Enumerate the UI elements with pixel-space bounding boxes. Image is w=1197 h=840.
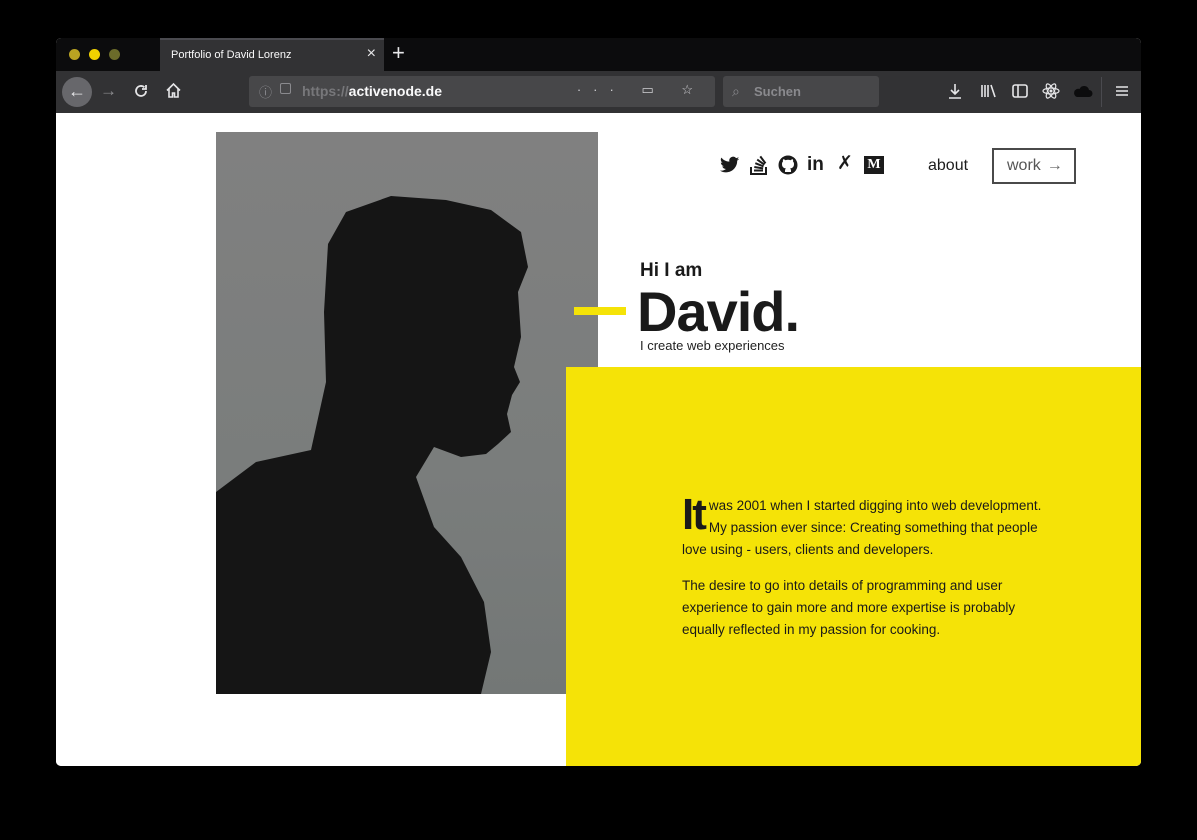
window-close-button[interactable] (69, 49, 80, 60)
bio-paragraph-2: The desire to go into details of program… (682, 578, 1016, 637)
bio-text: It was 2001 when I started digging into … (682, 490, 1054, 655)
new-tab-button[interactable]: + (392, 40, 405, 66)
sidebar-icon[interactable] (1011, 82, 1029, 100)
lock-icon (280, 83, 291, 94)
url-host: activenode.de (348, 83, 443, 99)
window-zoom-button[interactable] (109, 49, 120, 60)
back-button[interactable]: ← (62, 77, 92, 107)
stackoverflow-icon[interactable] (750, 155, 768, 175)
reload-icon[interactable] (133, 83, 149, 99)
twitter-icon[interactable] (720, 156, 740, 174)
forward-icon[interactable]: → (100, 81, 117, 101)
bio-paragraph-1-text: was 2001 when I started digging into web… (682, 498, 1042, 557)
linkedin-icon[interactable]: in (807, 155, 824, 175)
bio-panel: It was 2001 when I started digging into … (566, 367, 1141, 766)
portrait-silhouette (216, 196, 528, 694)
react-devtools-icon[interactable] (1042, 82, 1060, 100)
browser-tab[interactable]: Portfolio of David Lorenz × (160, 38, 384, 71)
navigation-toolbar: ← → ⓘ https://activenode.de ··· ▭ ☆ ⌕ Su… (56, 71, 1141, 113)
search-placeholder: Suchen (754, 84, 801, 99)
tab-strip: Portfolio of David Lorenz × + (56, 38, 1141, 71)
tab-close-icon[interactable]: × (367, 45, 376, 63)
url-text[interactable]: https://activenode.de (302, 83, 442, 99)
window-minimize-button[interactable] (89, 49, 100, 60)
search-bar[interactable]: ⌕ Suchen (723, 76, 879, 107)
portrait-photo (216, 132, 598, 694)
xing-icon[interactable]: ✗ (837, 154, 853, 174)
page-actions-icons[interactable]: ··· ▭ ☆ (577, 82, 705, 98)
toolbar-divider (1101, 77, 1102, 107)
bio-dropcap: It (682, 490, 707, 539)
hero-tagline: I create web experiences (640, 338, 785, 353)
info-icon[interactable]: ⓘ (259, 82, 272, 101)
medium-icon[interactable]: M (864, 156, 884, 174)
url-protocol: https:// (302, 83, 349, 99)
browser-window: Portfolio of David Lorenz × + ← → ⓘ http… (56, 38, 1141, 766)
arrow-right-icon: → (1046, 157, 1063, 174)
url-bar[interactable]: ⓘ https://activenode.de ··· ▭ ☆ (249, 76, 715, 107)
cloud-icon[interactable] (1073, 83, 1093, 99)
page-content: in ✗ M about work → Hi I am David. I crea… (56, 113, 1141, 766)
bio-paragraph-1: It was 2001 when I started digging into … (682, 490, 1054, 561)
nav-about-link[interactable]: about (928, 157, 968, 175)
accent-dash (574, 307, 626, 315)
library-icon[interactable] (979, 82, 997, 100)
search-icon: ⌕ (732, 83, 740, 99)
home-icon[interactable] (165, 82, 182, 99)
github-icon[interactable] (778, 155, 798, 175)
tab-title: Portfolio of David Lorenz (171, 49, 292, 61)
download-icon[interactable] (946, 82, 964, 100)
hero-name: David. (637, 280, 800, 343)
menu-icon[interactable] (1114, 83, 1130, 99)
work-label: work (1007, 157, 1041, 174)
work-button[interactable]: work → (992, 148, 1076, 184)
